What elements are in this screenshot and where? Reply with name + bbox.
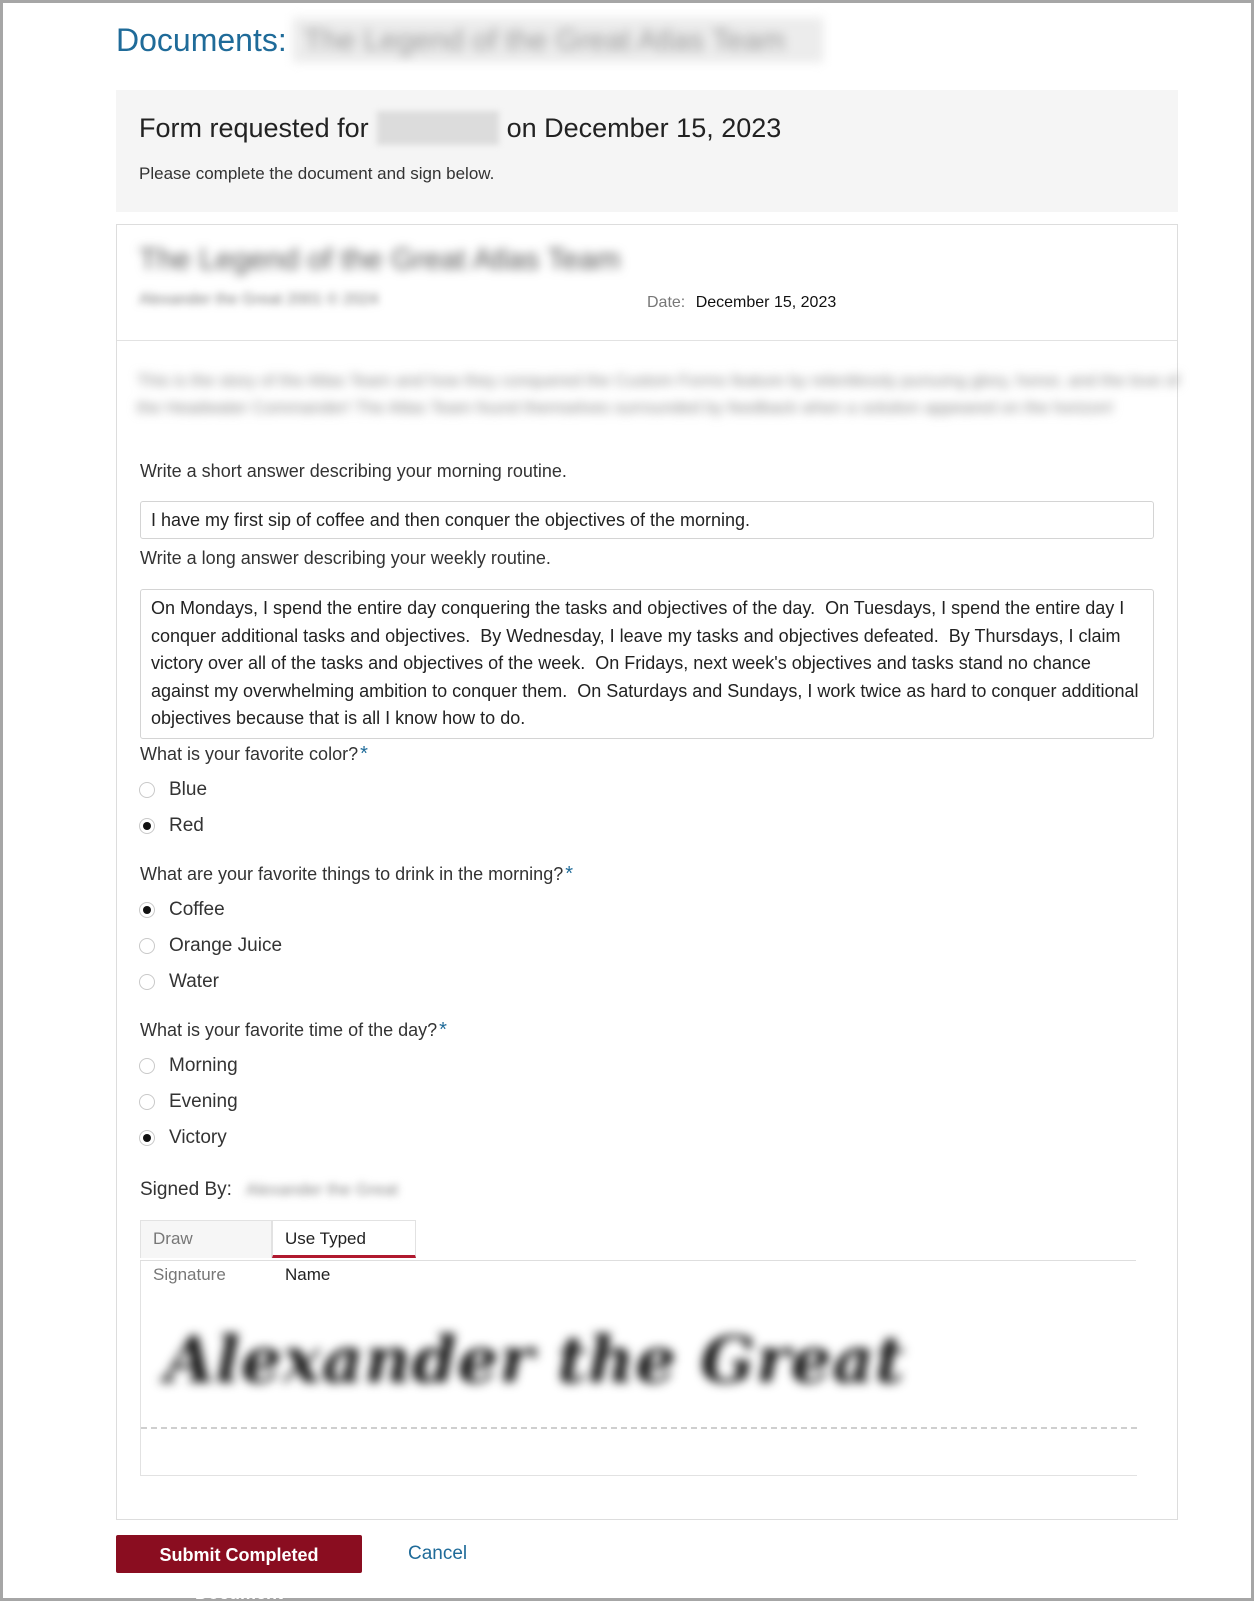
option-label: Morning [169, 1055, 238, 1076]
long-answer-label: Write a long answer describing your week… [140, 548, 551, 568]
required-asterisk: * [360, 743, 368, 765]
favorite-color-label: What is your favorite color? [140, 744, 359, 764]
radio-button[interactable] [139, 1094, 155, 1110]
signature-baseline [141, 1427, 1137, 1429]
color-option-blue[interactable]: Blue [139, 779, 207, 801]
radio-button[interactable] [139, 1058, 155, 1074]
signature-tabs: Draw Signature Use Typed Name [140, 1220, 1136, 1284]
option-label: Water [169, 971, 219, 992]
date-label: Date: [647, 294, 686, 311]
time-option-evening[interactable]: Evening [139, 1091, 238, 1113]
drink-option-orange-juice[interactable]: Orange Juice [139, 935, 282, 957]
radio-button-selected[interactable] [139, 1130, 155, 1146]
long-answer-textarea[interactable]: On Mondays, I spend the entire day conqu… [140, 589, 1154, 739]
page-title-prefix: Documents: [116, 21, 287, 58]
redacted-document-meta: Alexander the Great 2001 © 2024 [139, 291, 379, 308]
submit-document-button[interactable]: Submit Completed Document [116, 1535, 362, 1603]
radio-button[interactable] [139, 782, 155, 798]
favorite-drink-question: What are your favorite things to drink i… [140, 863, 573, 886]
option-label: Evening [169, 1091, 238, 1112]
tab-use-typed-name[interactable]: Use Typed Name [272, 1220, 416, 1284]
radio-button[interactable] [139, 938, 155, 954]
time-option-morning[interactable]: Morning [139, 1055, 238, 1077]
radio-button-selected[interactable] [139, 818, 155, 834]
document-card: The Legend of the Great Atlas Team Alexa… [116, 224, 1180, 1520]
redacted-document-description: This is the story of the Atlas Team and … [137, 371, 1180, 417]
redacted-signer-name: Alexander the Great [245, 1180, 399, 1199]
required-asterisk: * [565, 863, 574, 885]
favorite-color-question: What is your favorite color? * [140, 743, 368, 766]
signature-canvas[interactable]: Alexander the Great [140, 1261, 1137, 1476]
drink-option-water[interactable]: Water [139, 971, 219, 993]
date-value: December 15, 2023 [695, 294, 837, 311]
favorite-time-label: What is your favorite time of the day? [140, 1020, 438, 1040]
request-instructions: Please complete the document and sign be… [139, 164, 495, 183]
option-label: Red [169, 815, 204, 836]
redacted-document-title: The Legend of the Great Atlas Team [292, 18, 823, 62]
request-title-suffix: on December 15, 2023 [506, 112, 782, 143]
document-header: The Legend of the Great Atlas Team Alexa… [117, 225, 1177, 341]
redacted-document-heading: The Legend of the Great Atlas Team [139, 243, 621, 276]
favorite-time-question: What is your favorite time of the day? * [140, 1019, 447, 1042]
radio-button[interactable] [139, 974, 155, 990]
typed-signature: Alexander the Great [165, 1323, 906, 1398]
option-label: Victory [169, 1127, 227, 1148]
tab-draw-signature[interactable]: Draw Signature [140, 1220, 272, 1284]
required-asterisk: * [439, 1019, 447, 1041]
signed-by-label: Signed By: [140, 1179, 232, 1200]
radio-button-selected[interactable] [139, 902, 155, 918]
signed-by-row: Signed By: Alexander the Great [140, 1179, 398, 1201]
option-label: Orange Juice [169, 935, 283, 956]
request-title-prefix: Form requested for [139, 112, 369, 143]
document-date: Date: December 15, 2023 [647, 294, 836, 312]
cancel-link[interactable]: Cancel [408, 1543, 467, 1565]
option-label: Coffee [169, 899, 225, 920]
page-title: Documents: The Legend of the Great Atlas… [116, 18, 823, 62]
favorite-drink-label: What are your favorite things to drink i… [140, 864, 564, 884]
short-answer-input[interactable]: I have my first sip of coffee and then c… [140, 501, 1154, 539]
drink-option-coffee[interactable]: Coffee [139, 899, 225, 921]
option-label: Blue [169, 779, 208, 800]
request-title: Form requested for on December 15, 2023 [139, 111, 781, 145]
request-panel: Form requested for on December 15, 2023 … [116, 90, 1178, 212]
color-option-red[interactable]: Red [139, 815, 204, 837]
time-option-victory[interactable]: Victory [139, 1127, 227, 1149]
short-answer-label: Write a short answer describing your mor… [140, 461, 567, 481]
redacted-recipient-name [376, 111, 499, 145]
